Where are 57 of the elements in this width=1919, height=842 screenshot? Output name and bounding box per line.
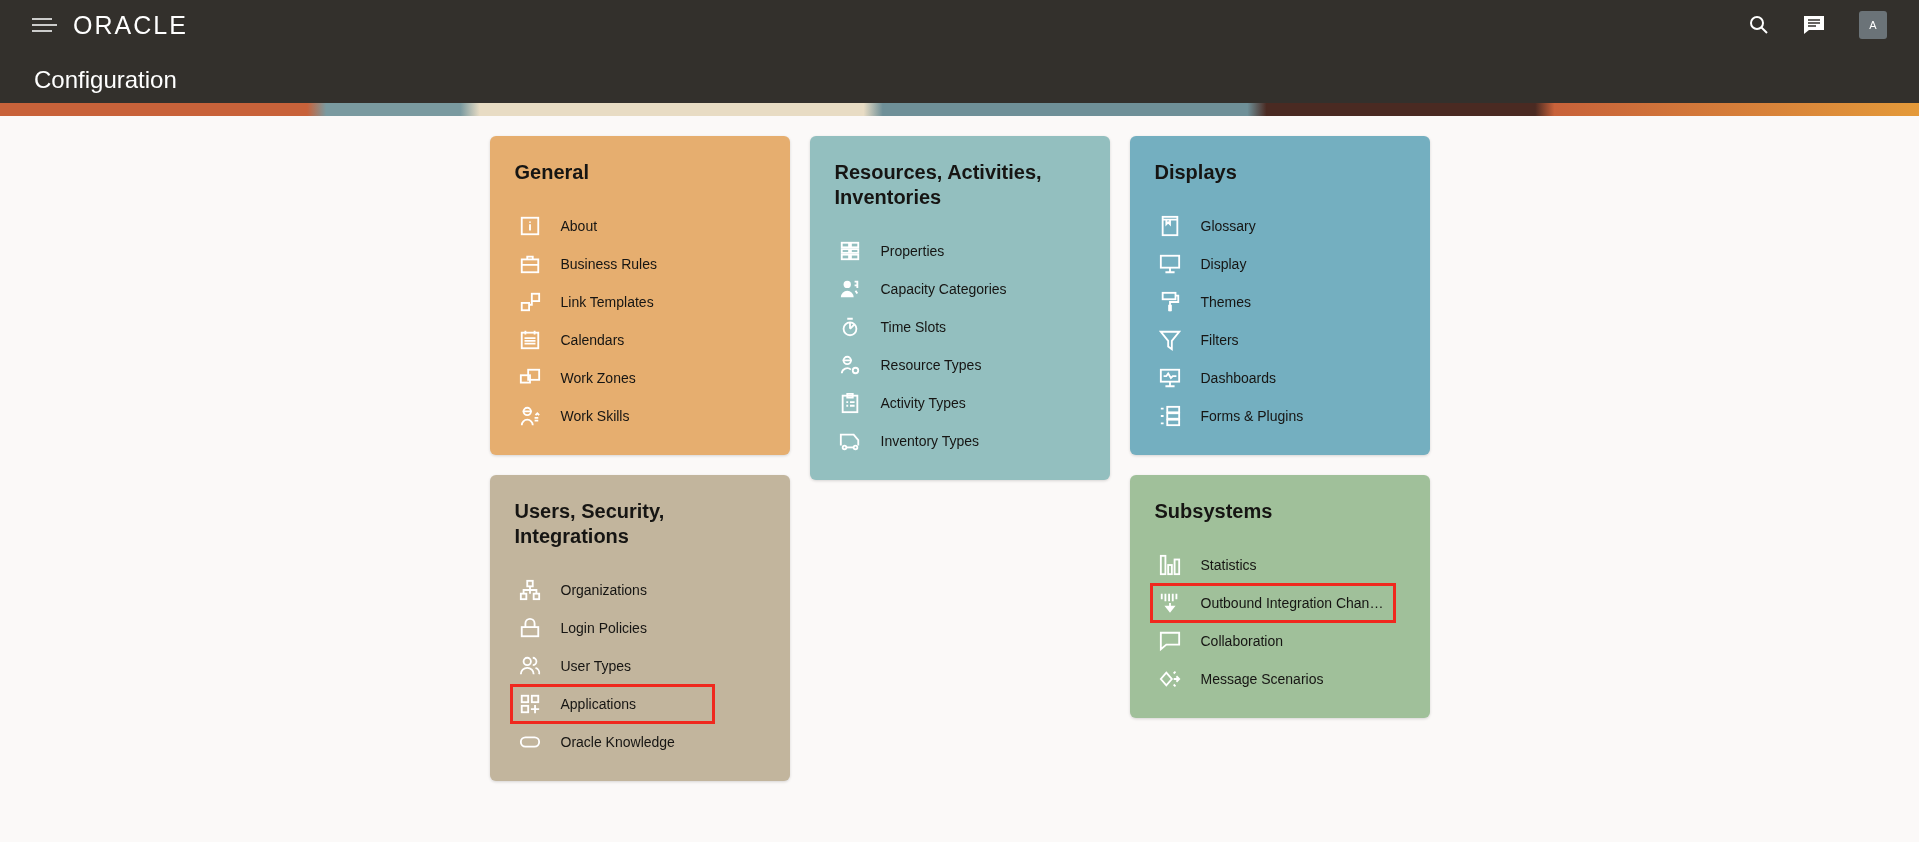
bar-chart-icon (1158, 554, 1181, 576)
users-icon (518, 655, 541, 677)
settings-link[interactable]: Work Skills (509, 397, 643, 435)
settings-link[interactable]: Activity Types (829, 384, 979, 422)
lock-icon (518, 617, 541, 639)
settings-link[interactable]: Applications (509, 684, 715, 724)
settings-link[interactable]: Business Rules (509, 245, 670, 283)
calendar-icon (518, 329, 541, 351)
oracle-logo: ORACLE (73, 12, 188, 38)
form-list-icon (1158, 405, 1181, 427)
settings-link[interactable]: Oracle Knowledge (509, 723, 688, 761)
settings-link[interactable]: Outbound Integration Chan… (1149, 583, 1397, 623)
settings-link[interactable]: Glossary (1149, 207, 1269, 245)
dashboard-monitor-icon (1158, 367, 1181, 389)
card-title: Subsystems (1154, 499, 1274, 524)
speech-bubble-icon (1158, 630, 1181, 652)
settings-link[interactable]: User Types (509, 647, 645, 685)
card-title: Users, Security, Integrations (514, 499, 666, 549)
info-icon (518, 215, 541, 237)
hierarchy-icon (518, 579, 541, 601)
settings-link[interactable]: Message Scenarios (1149, 660, 1337, 698)
settings-link[interactable]: Forms & Plugins (1149, 397, 1317, 435)
monitor-icon (1158, 253, 1181, 275)
settings-link[interactable]: Work Zones (509, 359, 649, 397)
person-gear-icon (838, 354, 861, 376)
settings-link[interactable]: Filters (1149, 321, 1252, 359)
search-icon[interactable] (1749, 15, 1769, 35)
settings-link[interactable]: Login Policies (509, 609, 660, 647)
diamond-arrows-icon (1158, 668, 1181, 690)
person-gauge-icon (838, 278, 861, 300)
settings-link[interactable]: Display (1149, 245, 1260, 283)
settings-link[interactable]: Themes (1149, 283, 1265, 321)
card-title: General (514, 160, 590, 185)
worker-upgrade-icon (518, 405, 541, 427)
linked-squares-icon (518, 291, 541, 313)
page-title: Configuration (34, 66, 177, 93)
filter-icon (1158, 329, 1181, 351)
menu-icon[interactable] (32, 18, 57, 32)
grid-list-icon (838, 240, 861, 262)
settings-link[interactable]: Dashboards (1149, 359, 1289, 397)
apps-plus-icon (518, 693, 541, 715)
settings-link[interactable]: About (509, 207, 611, 245)
briefcase-icon (518, 253, 541, 275)
settings-link[interactable]: Collaboration (1149, 622, 1296, 660)
settings-link[interactable]: Calendars (509, 321, 638, 359)
card-title: Resources, Activities, Inventories (834, 160, 1043, 210)
settings-link[interactable]: Properties (829, 232, 958, 270)
settings-link[interactable]: Inventory Types (829, 422, 993, 460)
settings-link[interactable]: Link Templates (509, 283, 667, 321)
settings-link[interactable]: Resource Types (829, 346, 995, 384)
settings-link[interactable]: Statistics (1149, 546, 1270, 584)
chat-icon[interactable] (1803, 15, 1825, 35)
card-title: Displays (1154, 160, 1238, 185)
settings-link[interactable]: Capacity Categories (829, 270, 1020, 308)
settings-link[interactable]: Time Slots (829, 308, 960, 346)
user-avatar[interactable]: A (1859, 11, 1887, 39)
settings-link[interactable]: Organizations (509, 571, 660, 609)
